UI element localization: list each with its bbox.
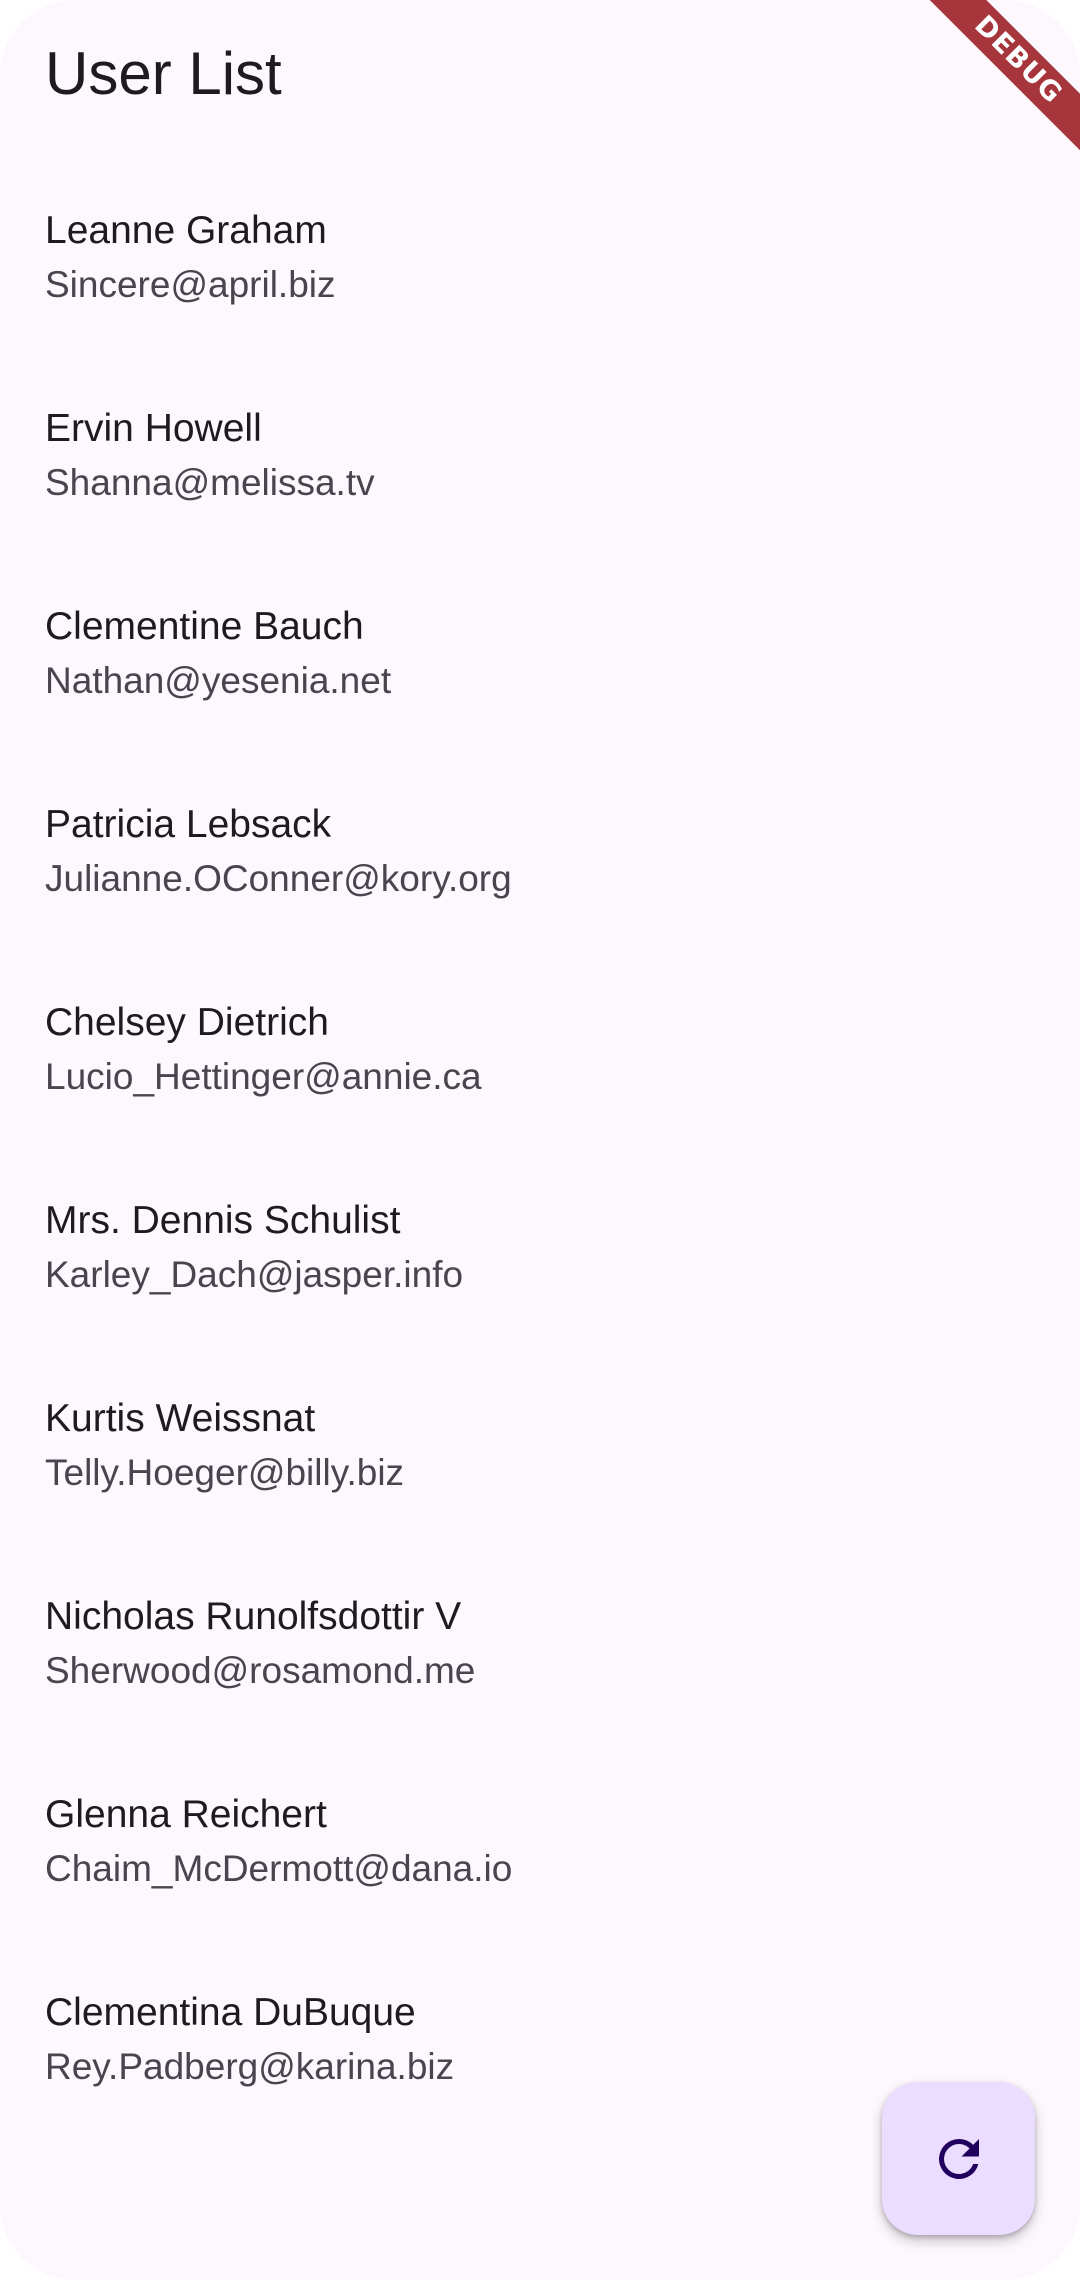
list-item[interactable]: Nicholas Runolfsdottir V Sherwood@rosamo…: [0, 1593, 1080, 1791]
user-list: Leanne Graham Sincere@april.biz Ervin Ho…: [0, 0, 1080, 2280]
user-email: Sherwood@rosamond.me: [45, 1650, 476, 1691]
user-name: Glenna Reichert: [45, 1793, 327, 1836]
user-email: Chaim_McDermott@dana.io: [45, 1848, 513, 1889]
user-email: Karley_Dach@jasper.info: [45, 1254, 464, 1295]
user-name: Chelsey Dietrich: [45, 1001, 329, 1044]
user-name: Patricia Lebsack: [45, 803, 332, 846]
user-name: Leanne Graham: [45, 209, 327, 252]
app-screen: Leanne Graham Sincere@april.biz Ervin Ho…: [0, 0, 1080, 2280]
user-name: Mrs. Dennis Schulist: [45, 1199, 401, 1242]
list-item[interactable]: Ervin Howell Shanna@melissa.tv: [0, 405, 1080, 603]
list-item[interactable]: Leanne Graham Sincere@april.biz: [0, 207, 1080, 405]
user-email: Sincere@april.biz: [45, 264, 336, 305]
app-bar: User List: [0, 0, 1080, 155]
user-name: Clementina DuBuque: [45, 1991, 416, 2034]
refresh-button[interactable]: [882, 2082, 1035, 2235]
user-email: Telly.Hoeger@billy.biz: [45, 1452, 405, 1493]
user-name: Ervin Howell: [45, 407, 262, 450]
user-name: Clementine Bauch: [45, 605, 364, 648]
user-name: Nicholas Runolfsdottir V: [45, 1595, 462, 1638]
user-email: Julianne.OConner@kory.org: [45, 858, 512, 899]
user-email: Shanna@melissa.tv: [45, 462, 375, 503]
list-item[interactable]: Kurtis Weissnat Telly.Hoeger@billy.biz: [0, 1395, 1080, 1593]
user-email: Rey.Padberg@karina.biz: [45, 2046, 455, 2087]
list-item[interactable]: Glenna Reichert Chaim_McDermott@dana.io: [0, 1791, 1080, 1989]
user-email: Lucio_Hettinger@annie.ca: [45, 1056, 482, 1097]
user-name: Kurtis Weissnat: [45, 1397, 316, 1440]
list-item[interactable]: Chelsey Dietrich Lucio_Hettinger@annie.c…: [0, 999, 1080, 1197]
list-item[interactable]: Clementine Bauch Nathan@yesenia.net: [0, 603, 1080, 801]
list-item[interactable]: Patricia Lebsack Julianne.OConner@kory.o…: [0, 801, 1080, 999]
page-title: User List: [45, 40, 282, 107]
user-email: Nathan@yesenia.net: [45, 660, 392, 701]
list-item[interactable]: Mrs. Dennis Schulist Karley_Dach@jasper.…: [0, 1197, 1080, 1395]
refresh-icon: [938, 2138, 979, 2179]
